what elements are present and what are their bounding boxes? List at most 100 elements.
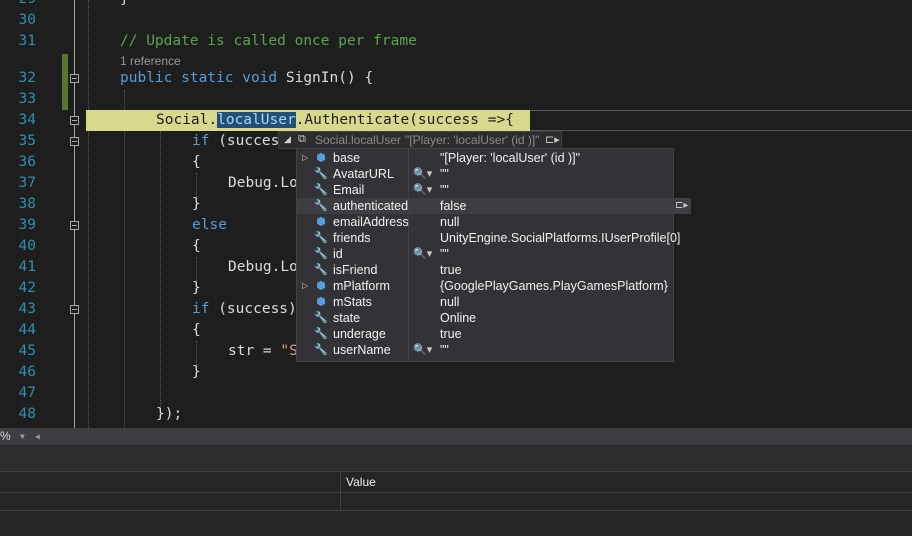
code-line: { <box>192 238 201 254</box>
datatip-row-hovered[interactable]: 🔧 authenticated false ⊏▸ <box>297 198 691 214</box>
change-indicator <box>62 54 68 110</box>
indent-guide <box>88 0 89 428</box>
collapse-arrow-icon[interactable]: ◢ <box>284 134 291 145</box>
pin-icon[interactable]: ⊏▸ <box>675 198 688 214</box>
line-number: 39 <box>18 217 36 233</box>
watch-grid-empty <box>0 511 912 536</box>
expand-arrow-icon[interactable]: ▷ <box>302 278 308 294</box>
code-line: { <box>192 154 201 170</box>
indent-guide <box>124 90 125 428</box>
field-icon: ⬢ <box>316 296 326 308</box>
datatip-row[interactable]: 🔧 id 🔍▾ "" <box>297 246 673 262</box>
selected-identifier[interactable]: localUser <box>217 112 296 128</box>
column-separator <box>340 493 341 511</box>
wrench-icon: 🔧 <box>314 168 328 180</box>
fold-toggle-icon[interactable] <box>70 137 79 146</box>
fold-toggle-icon[interactable] <box>70 221 79 230</box>
line-number: 43 <box>18 301 36 317</box>
scroll-left-icon[interactable]: ◀ <box>35 428 40 445</box>
code-line: Debug.Lo <box>228 175 298 191</box>
code-comment: // Update is called once per frame <box>120 33 417 49</box>
line-number: 48 <box>18 406 36 422</box>
magnifier-dropdown-icon[interactable]: 🔍▾ <box>413 182 432 198</box>
datatip-row[interactable]: 🔧 underage true <box>297 326 673 342</box>
wrench-icon: 🔧 <box>314 248 328 260</box>
wrench-icon: 🔧 <box>314 184 328 196</box>
wrench-icon: 🔧 <box>314 232 328 244</box>
fold-toggle-icon[interactable] <box>70 116 79 125</box>
pin-icon[interactable]: ⊏▸ <box>545 133 560 146</box>
field-icon: ⬢ <box>316 280 326 292</box>
wrench-icon: 🔧 <box>314 328 328 340</box>
code-lens-references[interactable]: 1 reference <box>120 53 181 69</box>
datatip-row[interactable]: 🔧 Email 🔍▾ "" <box>297 182 673 198</box>
datatip-row[interactable]: 🔧 isFriend true <box>297 262 673 278</box>
line-number: 46 <box>18 364 36 380</box>
magnifier-dropdown-icon[interactable]: 🔍▾ <box>413 246 432 262</box>
datatip-row[interactable]: ⬢ emailAddress null <box>297 214 673 230</box>
line-number: 37 <box>18 175 36 191</box>
panel-title-bar <box>0 454 912 472</box>
horizontal-scrollbar[interactable]: % ▼ ◀ <box>0 428 912 445</box>
current-line-border <box>530 130 912 131</box>
line-number: 45 <box>18 343 36 359</box>
zoom-dropdown-icon[interactable]: ▼ <box>20 428 25 445</box>
datatip-row[interactable]: 🔧 userName 🔍▾ "" <box>297 342 673 358</box>
datatip-row[interactable]: ⬢ mStats null <box>297 294 673 310</box>
magnifier-dropdown-icon[interactable]: 🔍▾ <box>413 166 432 182</box>
zoom-level[interactable]: % <box>0 428 11 445</box>
fold-toggle-icon[interactable] <box>70 305 79 314</box>
field-icon: ⬢ <box>316 216 326 228</box>
panel-splitter[interactable] <box>0 445 912 454</box>
code-line: } <box>192 196 201 212</box>
line-number: 35 <box>18 133 36 149</box>
code-line-current: Social.localUser.Authenticate(success =>… <box>156 112 514 128</box>
line-number: 32 <box>18 70 36 86</box>
line-number: 47 <box>18 385 36 401</box>
code-line: else <box>192 217 227 233</box>
code-line: } <box>192 280 201 296</box>
datatip-value: "[Player: 'localUser' (id )]" <box>405 133 540 147</box>
code-line: { <box>192 322 201 338</box>
line-number: 42 <box>18 280 36 296</box>
wrench-icon: 🔧 <box>314 200 328 212</box>
line-number: 33 <box>18 91 36 107</box>
value-column-header[interactable]: Value <box>346 475 376 489</box>
fold-line <box>74 0 75 428</box>
column-separator[interactable] <box>340 472 341 493</box>
code-line: }); <box>156 406 183 422</box>
wrench-icon: 🔧 <box>314 312 328 324</box>
code-line: public static void SignIn() { <box>120 70 374 86</box>
line-number: 40 <box>18 238 36 254</box>
code-line: Debug.Lo <box>228 259 298 275</box>
datatip-expression: Social.localUser <box>315 133 402 147</box>
indent-guide <box>160 131 161 409</box>
datatip-panel[interactable]: ▷ ⬢ base "[Player: 'localUser' (id )]" 🔧… <box>296 148 691 362</box>
code-line: str = "S <box>228 343 298 359</box>
code-line: if (succes <box>192 133 280 149</box>
line-number: 38 <box>18 196 36 212</box>
line-number: 29 <box>0 0 36 10</box>
magnifier-dropdown-icon[interactable]: 🔍▾ <box>413 342 432 358</box>
line-number: 36 <box>18 154 36 170</box>
line-number: 31 <box>18 33 36 49</box>
line-number: 34 <box>18 112 36 128</box>
datatip-header[interactable]: ◢ ⧉ Social.localUser "[Player: 'localUse… <box>278 131 562 149</box>
datatip-row[interactable]: ▷ ⬢ mPlatform {GooglePlayGames.PlayGames… <box>297 278 673 294</box>
wrench-icon: 🔧 <box>314 264 328 276</box>
datatip-row[interactable]: ▷ ⬢ base "[Player: 'localUser' (id )]" <box>297 150 673 166</box>
code-line: } <box>192 364 201 380</box>
datatip-row[interactable]: 🔧 friends UnityEngine.SocialPlatforms.IU… <box>297 230 680 246</box>
code-line: } <box>120 0 129 10</box>
object-icon: ⧉ <box>298 133 306 145</box>
code-line: if (success) <box>192 301 297 317</box>
line-number: 41 <box>18 259 36 275</box>
expand-arrow-icon[interactable]: ▷ <box>302 150 308 166</box>
datatip-row[interactable]: 🔧 AvatarURL 🔍▾ "" <box>297 166 673 182</box>
line-number: 30 <box>18 12 36 28</box>
field-icon: ⬢ <box>316 152 326 164</box>
watch-grid-row[interactable] <box>0 493 912 511</box>
wrench-icon: 🔧 <box>314 344 328 356</box>
fold-toggle-icon[interactable] <box>70 74 79 83</box>
datatip-row[interactable]: 🔧 state Online <box>297 310 673 326</box>
